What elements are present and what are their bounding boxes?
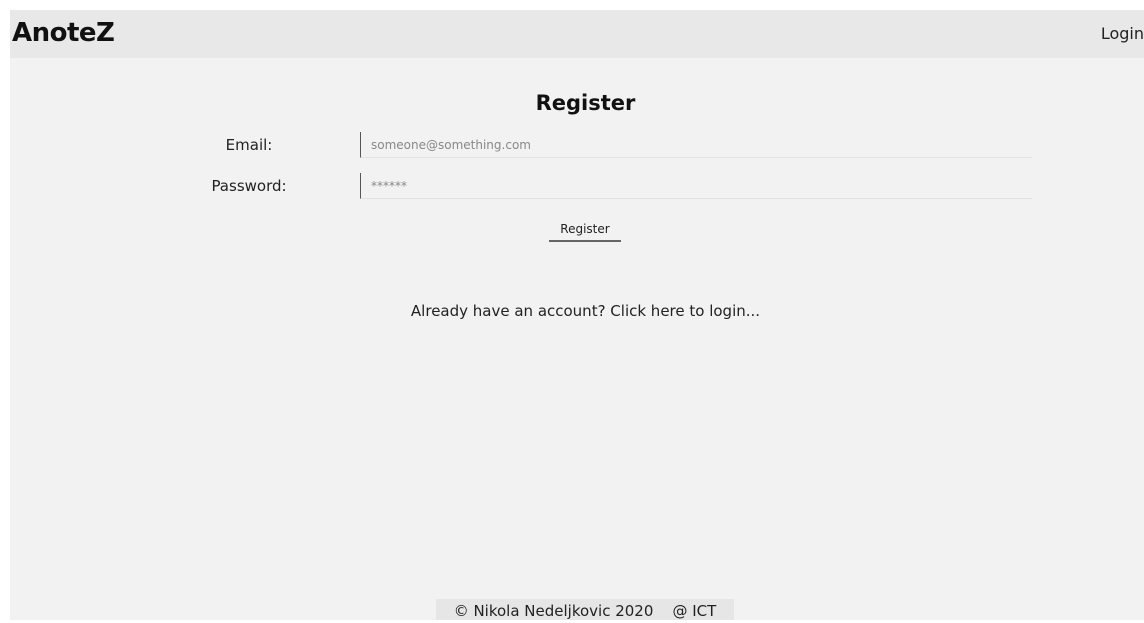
- email-field[interactable]: [360, 132, 1032, 158]
- navbar: AnoteZ Login: [10, 10, 1144, 58]
- footer-copyright: © Nikola Nedeljkovic 2020 @ ICT: [436, 599, 734, 620]
- email-label: Email:: [225, 136, 273, 154]
- page: AnoteZ Login Register Email: Password: R…: [10, 10, 1144, 620]
- page-title: Register: [535, 91, 636, 115]
- brand-logo[interactable]: AnoteZ: [12, 18, 115, 48]
- nav-login-link[interactable]: Login: [1101, 24, 1144, 43]
- password-field[interactable]: [360, 173, 1032, 199]
- login-prompt-link[interactable]: Already have an account? Click here to l…: [10, 302, 1144, 320]
- register-button[interactable]: Register: [549, 217, 621, 242]
- password-label: Password:: [211, 177, 287, 195]
